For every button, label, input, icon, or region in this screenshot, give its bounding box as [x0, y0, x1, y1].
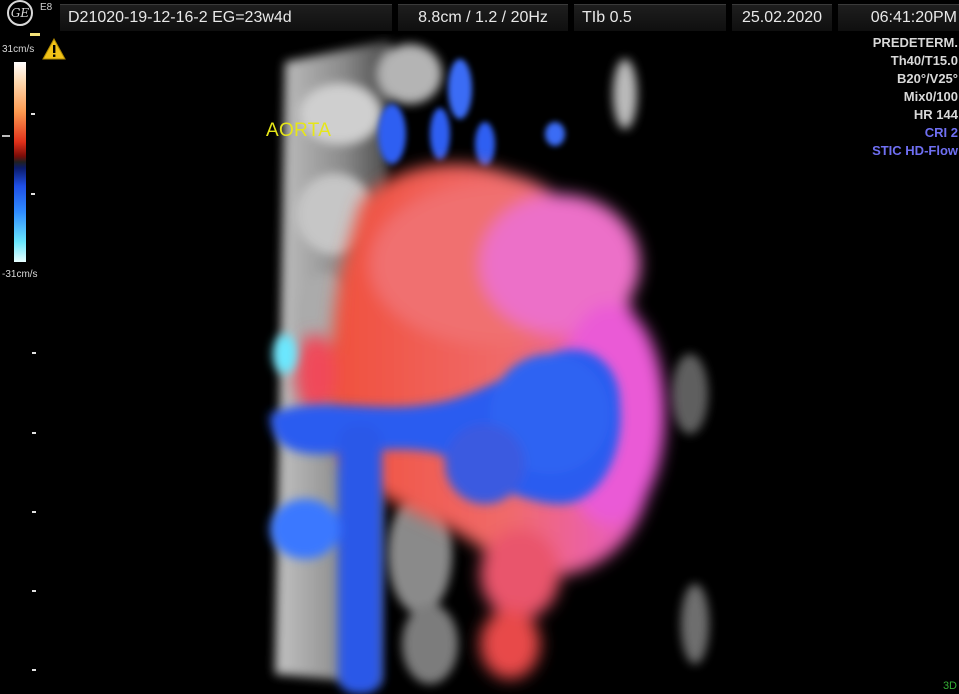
velocity-max-label: 31cm/s: [2, 44, 35, 55]
patient-id: D21020-19-12-16-2 EG=23w4d: [60, 4, 392, 31]
param-threshold: Th40/T15.0: [890, 53, 958, 68]
velocity-colorbar: [14, 62, 26, 262]
param-mix: Mix0/100: [903, 89, 958, 104]
tib-index: TIb 0.5: [574, 4, 726, 31]
param-mode: STIC HD-Flow: [872, 143, 958, 158]
param-predeterm: PREDETERM.: [872, 35, 958, 50]
header-bar: GE E8 D21020-19-12-16-2 EG=23w4d 8.8cm /…: [0, 0, 959, 34]
depth-tick: [32, 511, 36, 513]
depth-tick: [32, 352, 36, 354]
depth-frequency: 8.8cm / 1.2 / 20Hz: [398, 4, 568, 31]
exam-date: 25.02.2020: [732, 4, 832, 31]
param-balance: B20°/V25°: [897, 71, 958, 86]
ge-logo: GE: [7, 0, 33, 26]
depth-tick: [32, 432, 36, 434]
depth-tick: [32, 590, 36, 592]
colorbar-tick: [31, 113, 35, 115]
velocity-min-label: -31cm/s: [2, 269, 38, 280]
depth-tick: [32, 669, 36, 671]
mode-indicator: 3D: [942, 680, 957, 692]
warning-icon: [42, 38, 66, 60]
colorbar-tick: [31, 193, 35, 195]
parameter-panel: PREDETERM. Th40/T15.0 B20°/V25° Mix0/100…: [872, 34, 958, 160]
aorta-annotation: AORTA: [266, 120, 332, 141]
exam-time: 06:41:20PM: [838, 4, 959, 31]
colorbar-center-mark: [2, 135, 10, 137]
param-cri: CRI 2: [924, 125, 958, 140]
cursor-marker: [30, 33, 40, 36]
probe-label: E8: [40, 2, 53, 13]
param-heart-rate: HR 144: [913, 107, 958, 122]
